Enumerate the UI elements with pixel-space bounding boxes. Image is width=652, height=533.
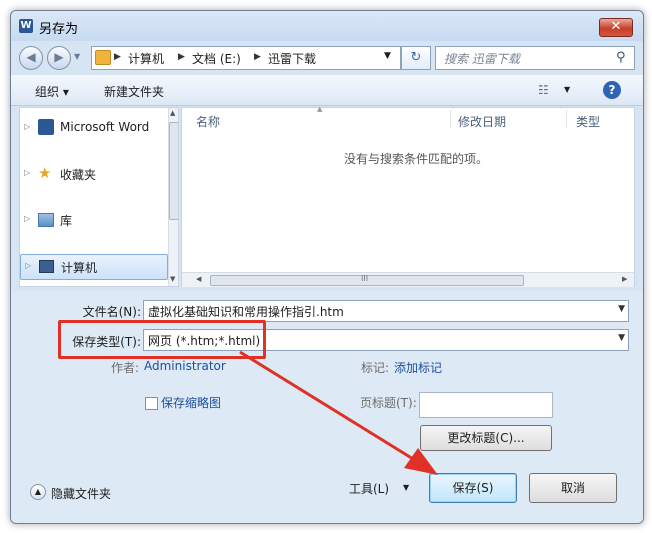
annotation-arrow-shaft bbox=[239, 350, 419, 464]
annotation-arrow-head bbox=[404, 448, 438, 475]
annotation-arrow bbox=[239, 350, 438, 475]
